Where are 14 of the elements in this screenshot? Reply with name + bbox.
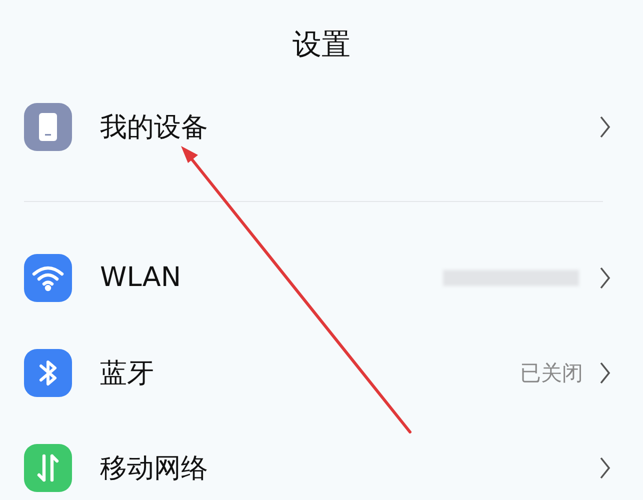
- settings-row[interactable]: 我的设备: [0, 90, 643, 164]
- row-label: 蓝牙: [100, 356, 154, 390]
- chevron-icon: [599, 360, 611, 384]
- row-label: 我的设备: [100, 111, 208, 145]
- settings-row[interactable]: WLAN: [0, 230, 643, 325]
- status-value: 已关闭: [520, 360, 583, 386]
- chevron-icon: [599, 115, 611, 139]
- chevron-icon: [599, 266, 611, 290]
- settings-row[interactable]: 移动网络: [0, 420, 643, 500]
- row-label: 移动网络: [100, 452, 208, 486]
- row-label: WLAN: [100, 262, 182, 293]
- settings-row[interactable]: 蓝牙 已关闭: [0, 325, 643, 420]
- page-title: 设置: [292, 26, 352, 63]
- chevron-icon: [599, 456, 611, 480]
